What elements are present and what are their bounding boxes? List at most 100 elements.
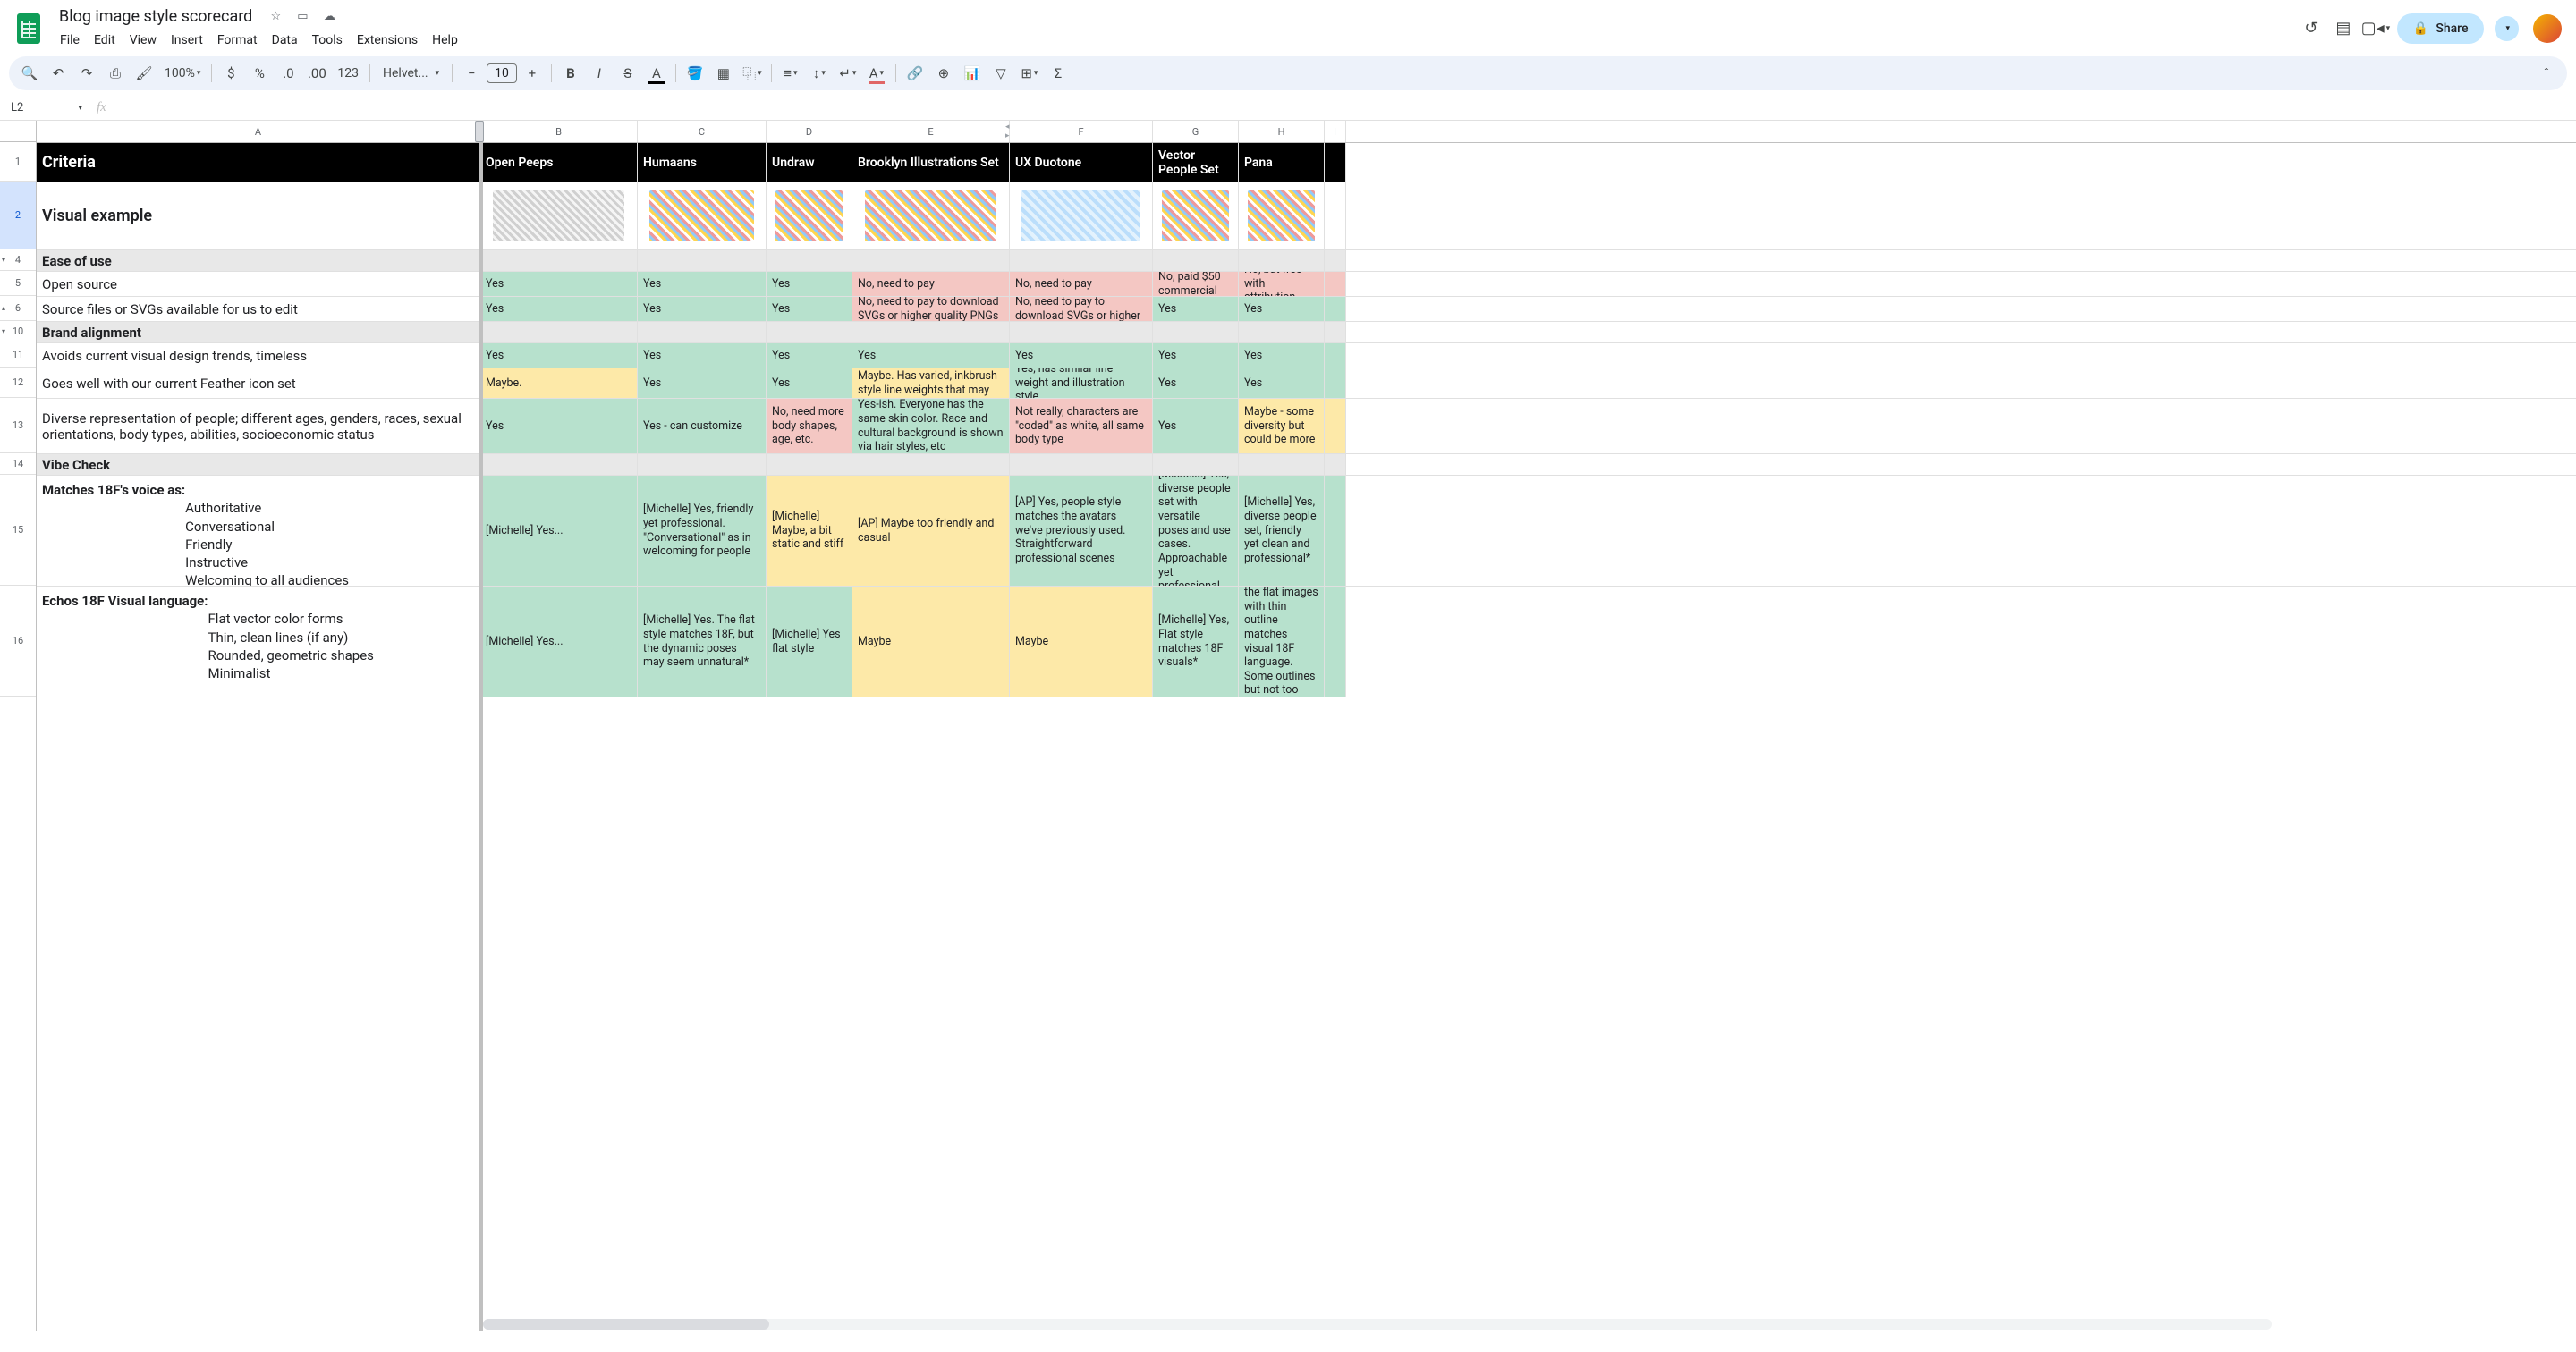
cell-col-header[interactable]: Pana [1239, 143, 1325, 182]
cell-value[interactable]: Yes [1153, 399, 1239, 453]
move-icon[interactable]: ▭ [293, 10, 311, 23]
freeze-line-vertical[interactable] [479, 121, 483, 1331]
cell-value[interactable]: [Michelle] Yes, diverse people set with … [1153, 476, 1239, 586]
col-header-A[interactable]: A [37, 121, 480, 142]
share-dropdown[interactable]: ▾ [2495, 16, 2519, 41]
italic-icon[interactable]: I [586, 60, 613, 87]
link-icon[interactable]: 🔗 [902, 60, 928, 87]
cell[interactable] [1325, 322, 1346, 342]
row-header-10[interactable]: 10▾ [0, 321, 36, 342]
valign-icon[interactable]: ↕▾ [806, 60, 833, 87]
row-header-12[interactable]: 12 [0, 368, 36, 398]
row-header-4[interactable]: 4▾ [0, 249, 36, 271]
cell-value[interactable]: Yes, has similar line weight and illustr… [1010, 368, 1153, 398]
horizontal-scrollbar[interactable] [483, 1319, 2272, 1330]
cell-criteria[interactable]: Goes well with our current Feather icon … [37, 368, 480, 398]
currency-icon[interactable]: $ [217, 60, 244, 87]
cell-value[interactable]: No, need more body shapes, age, etc. [767, 399, 852, 453]
cell[interactable] [852, 322, 1010, 342]
menu-extensions[interactable]: Extensions [351, 30, 424, 51]
cell-value[interactable]: Yes [767, 343, 852, 368]
cell-col-header[interactable]: UX Duotone [1010, 143, 1153, 182]
cell[interactable] [1010, 250, 1153, 271]
cell[interactable] [1010, 454, 1153, 475]
cell-value[interactable]: Yes [1239, 368, 1325, 398]
cell-value[interactable]: [AP] Yes, people style matches the avata… [1010, 476, 1153, 586]
row-header-13[interactable]: 13 [0, 398, 36, 453]
cell-value[interactable]: No, need to pay [852, 272, 1010, 296]
col-header-C[interactable]: C [638, 121, 767, 142]
cell-value[interactable]: Yes [852, 343, 1010, 368]
row-header-6[interactable]: 6▴ [0, 296, 36, 321]
doc-title[interactable]: Blog image style scorecard [54, 5, 258, 28]
cell-value[interactable]: Yes [638, 272, 767, 296]
filter-icon[interactable]: ▽ [987, 60, 1014, 87]
cell-value[interactable]: Yes [480, 399, 638, 453]
cell[interactable] [1239, 250, 1325, 271]
history-icon[interactable]: ↺ [2301, 18, 2322, 39]
decrease-decimal-icon[interactable]: .0 [275, 60, 301, 87]
cell[interactable] [852, 250, 1010, 271]
cell-criteria[interactable]: Avoids current visual design trends, tim… [37, 343, 480, 368]
formula-input[interactable] [114, 99, 2569, 117]
cell-value[interactable]: Yes [480, 272, 638, 296]
cell[interactable] [767, 250, 852, 271]
cell-criteria[interactable]: Brand alignment [37, 322, 480, 342]
cell-criteria[interactable]: Matches 18F's voice as: Authoritative Co… [37, 476, 480, 586]
cell[interactable] [767, 322, 852, 342]
cell-value[interactable]: [Michelle] Yes, Flat style matches 18F v… [1153, 587, 1239, 697]
menu-help[interactable]: Help [426, 30, 464, 51]
cell[interactable] [638, 454, 767, 475]
cell-image[interactable] [480, 182, 638, 249]
menu-format[interactable]: Format [211, 30, 264, 51]
cell[interactable] [1325, 297, 1346, 321]
strike-icon[interactable]: S [614, 60, 641, 87]
cell-value[interactable]: No, need to pay [1010, 272, 1153, 296]
cell-criteria[interactable]: Ease of use [37, 250, 480, 271]
cell-criteria[interactable]: Source files or SVGs available for us to… [37, 297, 480, 321]
undo-icon[interactable]: ↶ [45, 60, 72, 87]
col-header-D[interactable]: D [767, 121, 852, 142]
cell[interactable] [1153, 250, 1239, 271]
menu-file[interactable]: File [54, 30, 86, 51]
cell[interactable] [852, 454, 1010, 475]
search-icon[interactable]: 🔍 [16, 60, 43, 87]
more-formats-icon[interactable]: 123 [332, 60, 364, 87]
cell-col-header[interactable]: Vector People Set [1153, 143, 1239, 182]
cell[interactable] [1325, 476, 1346, 586]
scrollbar-thumb[interactable] [483, 1319, 769, 1330]
cell-value[interactable]: Yes [480, 343, 638, 368]
col-header-H[interactable]: H [1239, 121, 1325, 142]
cell-image[interactable] [1153, 182, 1239, 249]
cell-value[interactable]: Yes [1153, 343, 1239, 368]
cell-criteria-header[interactable]: Criteria [37, 143, 480, 182]
cell[interactable] [1325, 343, 1346, 368]
cell-value[interactable]: Maybe. Has varied, inkbrush style line w… [852, 368, 1010, 398]
halign-icon[interactable]: ≡▾ [777, 60, 804, 87]
collapse-toolbar-icon[interactable]: ˆ [2533, 60, 2560, 87]
cell[interactable] [480, 454, 638, 475]
cell-criteria[interactable]: Diverse representation of people; differ… [37, 399, 480, 453]
cloud-icon[interactable]: ☁ [320, 10, 338, 23]
cell-value[interactable]: Yes [1153, 297, 1239, 321]
cell[interactable] [638, 250, 767, 271]
wrap-icon[interactable]: ↵▾ [835, 60, 861, 87]
cell-value[interactable]: No, need to pay to download SVGs or high… [852, 297, 1010, 321]
name-box[interactable]: L2▾ [7, 99, 86, 116]
functions-icon[interactable]: Σ [1045, 60, 1072, 87]
row-header-11[interactable]: 11 [0, 342, 36, 368]
cell[interactable] [1325, 587, 1346, 697]
cell-value[interactable]: No, need to pay to download SVGs or high… [1010, 297, 1153, 321]
col-header-F[interactable]: F [1010, 121, 1153, 142]
cell-value[interactable]: Yes - can customize [638, 399, 767, 453]
fontsize-input[interactable]: 10 [487, 63, 517, 83]
fill-color-icon[interactable]: 🪣 [682, 60, 708, 87]
cell-criteria[interactable]: Open source [37, 272, 480, 296]
cell-value[interactable]: Yes [1153, 368, 1239, 398]
cell-col-header[interactable]: Brooklyn Illustrations Set [852, 143, 1010, 182]
cell[interactable] [638, 322, 767, 342]
cell[interactable] [1325, 250, 1346, 271]
sheets-logo[interactable] [11, 11, 47, 46]
comments-icon[interactable]: ▤ [2333, 18, 2354, 39]
row-header-15[interactable]: 15 [0, 475, 36, 586]
